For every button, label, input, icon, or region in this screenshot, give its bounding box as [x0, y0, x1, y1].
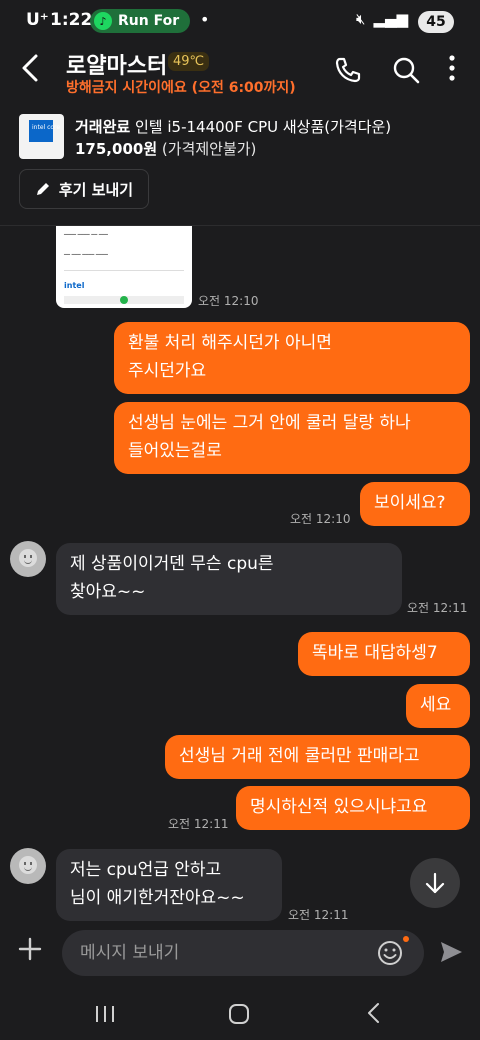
message-line: 제 상품이이거덴 무슨 cpu른	[70, 554, 274, 574]
my-message-bubble[interactable]: 세요	[406, 684, 470, 728]
message-time: 오전 12:10	[198, 294, 259, 308]
message-line: 주시던가요	[128, 361, 207, 381]
scroll-to-bottom-button[interactable]	[410, 858, 460, 908]
system-icons: 🔇︎ ▂▄▆	[356, 10, 408, 28]
smiley-icon	[378, 941, 402, 965]
chat-partner-name: 로얄마스터	[66, 54, 168, 79]
message-line: 환불 처리 해주시던가 아니면	[128, 333, 332, 353]
carrier-label: U⁺	[26, 10, 49, 30]
message-time: 오전 12:11	[288, 908, 349, 922]
price-note: (가격제안불가)	[161, 140, 257, 158]
image-detail-row: ━━━━ ━━━━ ━━ ━━━	[64, 232, 108, 238]
image-green-button	[120, 296, 128, 304]
my-message-bubble[interactable]: 환불 처리 해주시던가 아니면 주시던가요	[114, 322, 470, 394]
partner-avatar[interactable]	[10, 848, 46, 884]
new-badge-dot	[403, 936, 409, 942]
image-detail-row: ━━ ━━━ ━━━━ ━━━━	[64, 252, 108, 258]
send-button[interactable]	[438, 939, 464, 969]
call-button[interactable]	[334, 56, 362, 88]
spotify-icon: ♪	[94, 12, 112, 30]
arrow-down-icon	[425, 872, 445, 894]
recent-apps-icon	[96, 1006, 114, 1022]
battery-level: 45	[426, 14, 446, 30]
send-review-label: 후기 보내기	[58, 180, 134, 199]
phone-icon	[335, 57, 361, 83]
thumbnail-brand-text: intel core	[32, 124, 61, 131]
search-icon	[393, 57, 420, 84]
product-price: 175,000원	[75, 140, 158, 158]
avatar-eye	[24, 555, 26, 558]
message-line: 명시하신적 있으시냐고요	[250, 797, 428, 817]
avatar-eye	[24, 862, 26, 865]
message-line: 똑바로 대답하셍7	[312, 643, 438, 663]
avatar-eye	[30, 862, 32, 865]
clock: 1:22	[50, 10, 93, 30]
notification-dot: •	[200, 10, 210, 29]
system-back-button[interactable]	[366, 1002, 382, 1028]
message-line: 찾아요~~	[70, 582, 146, 602]
avatar-eye	[30, 555, 32, 558]
message-line: 보이세요?	[374, 493, 446, 513]
chevron-left-icon	[22, 54, 38, 82]
product-thumbnail[interactable]: intel core	[19, 114, 64, 159]
message-input[interactable]	[62, 930, 424, 976]
recent-apps-button[interactable]	[94, 1004, 116, 1028]
my-message-bubble[interactable]: 선생님 거래 전에 쿨러만 판매라고	[165, 735, 470, 779]
my-message-bubble[interactable]: 똑바로 대답하셍7	[298, 632, 470, 676]
partner-avatar[interactable]	[10, 541, 46, 577]
manner-temperature-badge: 49℃	[168, 52, 210, 71]
pencil-icon	[36, 183, 49, 195]
signal-icon: ▂▄▆	[373, 10, 409, 28]
message-line: 들어있는걸로	[128, 441, 222, 461]
my-message-bubble[interactable]: 명시하신적 있으시냐고요	[236, 786, 470, 830]
home-icon	[229, 1004, 249, 1024]
message-line: 선생님 눈에는 그거 안에 쿨러 달랑 하나	[128, 413, 411, 433]
attach-button[interactable]	[17, 936, 43, 970]
more-vertical-icon	[449, 55, 455, 81]
default-profile-icon	[19, 549, 37, 567]
message-time: 오전 12:10	[290, 512, 351, 526]
default-profile-icon	[19, 856, 37, 874]
image-message[interactable]: ━━━━ ━━━━ ━━ ━━━ ━━ ━━━ ━━━━ ━━━━ intel	[56, 226, 192, 308]
message-line: 세요	[420, 695, 452, 715]
send-icon	[441, 942, 462, 962]
emoji-button[interactable]	[377, 940, 403, 966]
my-message-bubble[interactable]: 보이세요?	[360, 482, 470, 526]
product-price-line: 175,000원 (가격제안불가)	[75, 138, 256, 159]
chevron-left-icon	[368, 1003, 379, 1023]
do-not-disturb-notice: 방해금지 시간이에요 (오전 6:00까지)	[66, 80, 296, 96]
image-separator	[64, 270, 184, 271]
home-button[interactable]	[228, 1003, 250, 1029]
message-time: 오전 12:11	[407, 601, 468, 615]
message-line: 님이 애기한거잔아요~~	[70, 888, 245, 908]
message-line: 저는 cpu언급 안하고	[70, 860, 222, 880]
now-playing-label: Run For	[118, 13, 180, 29]
image-brand-text: intel	[64, 281, 85, 290]
product-title-line[interactable]: 거래완료 인텔 i5-14400F CPU 새상품(가격다운)	[75, 116, 391, 137]
plus-icon	[18, 937, 42, 961]
back-button[interactable]	[18, 52, 44, 92]
now-playing-pill[interactable]: ♪ Run For	[90, 9, 190, 33]
message-time: 오전 12:11	[168, 817, 229, 831]
search-button[interactable]	[392, 56, 420, 88]
partner-message-bubble[interactable]: 저는 cpu언급 안하고 님이 애기한거잔아요~~	[56, 849, 282, 921]
battery-indicator: 45	[418, 11, 454, 33]
message-line: 선생님 거래 전에 쿨러만 판매라고	[179, 746, 420, 766]
mute-icon: 🔇︎	[356, 10, 366, 28]
my-message-bubble[interactable]: 선생님 눈에는 그거 안에 쿨러 달랑 하나 들어있는걸로	[114, 402, 470, 474]
product-name: 인텔 i5-14400F CPU 새상품(가격다운)	[134, 118, 392, 136]
trade-status: 거래완료	[75, 118, 131, 136]
partner-message-bubble[interactable]: 제 상품이이거덴 무슨 cpu른 찾아요~~	[56, 543, 402, 615]
more-options-button[interactable]	[448, 54, 456, 88]
status-bar: U⁺ 1:22 ♪ Run For • 🔇︎ ▂▄▆ 45	[0, 0, 480, 44]
send-review-button[interactable]: 후기 보내기	[19, 169, 149, 209]
